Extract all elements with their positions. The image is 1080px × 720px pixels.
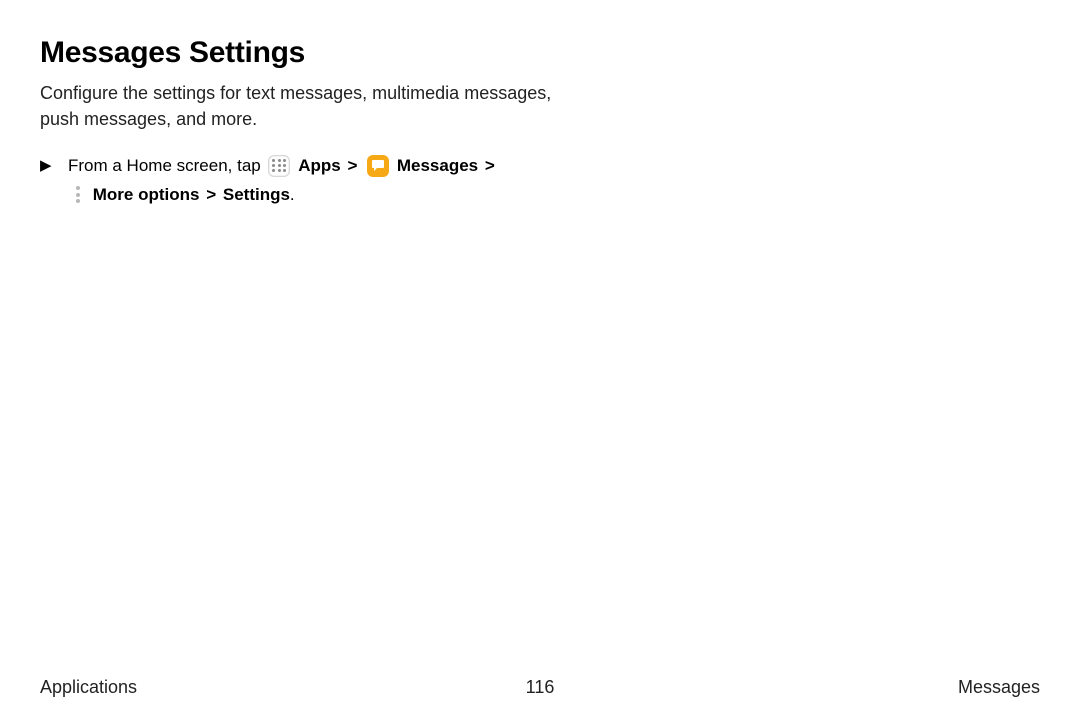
footer-left: Applications — [40, 677, 137, 698]
settings-label: Settings — [223, 185, 290, 204]
footer-right: Messages — [958, 677, 1040, 698]
play-triangle-icon: ▶ — [40, 153, 52, 179]
more-options-icon — [71, 185, 85, 205]
messages-label: Messages — [397, 156, 478, 175]
footer-page-number: 116 — [526, 677, 555, 698]
chevron-2: > — [485, 156, 495, 175]
step-lead-text: From a Home screen, tap — [68, 156, 261, 175]
apps-grid-icon — [268, 155, 290, 177]
messages-app-icon — [367, 155, 389, 177]
page-title: Messages Settings — [40, 36, 1040, 70]
page-footer: Applications 116 Messages — [40, 677, 1040, 698]
more-options-label: More options — [93, 185, 200, 204]
period: . — [290, 185, 295, 204]
chevron-3: > — [206, 185, 216, 204]
page: Messages Settings Configure the settings… — [0, 0, 1080, 720]
page-description: Configure the settings for text messages… — [40, 80, 560, 132]
chevron-1: > — [347, 156, 357, 175]
apps-label: Apps — [298, 156, 341, 175]
instruction-step: ▶ From a Home screen, tap Apps > Message… — [40, 152, 588, 210]
